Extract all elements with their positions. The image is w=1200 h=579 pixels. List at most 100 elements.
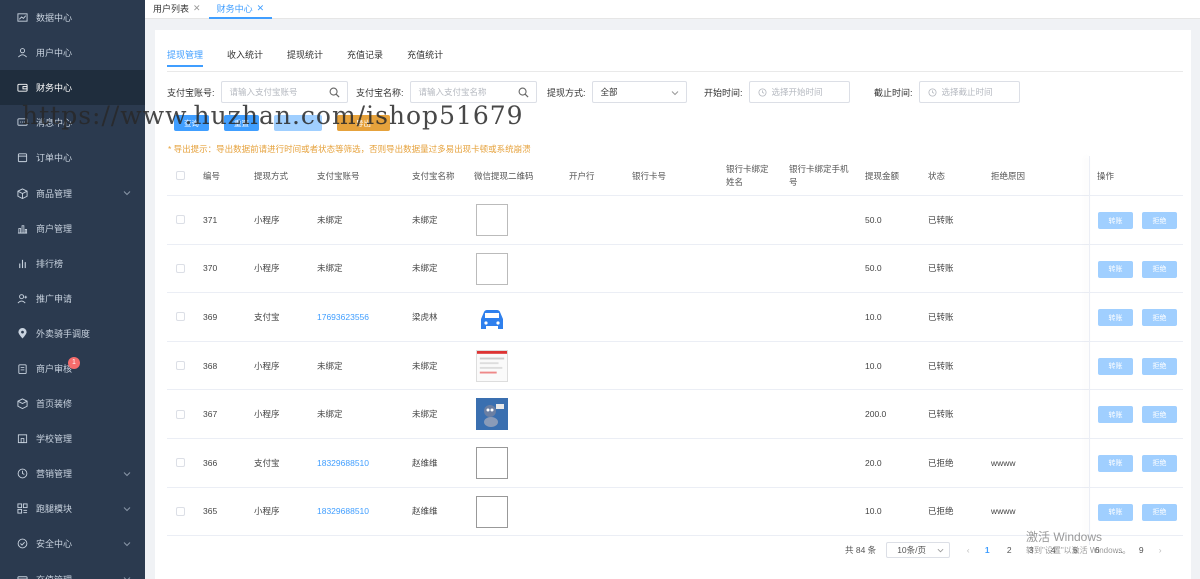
- sidebar-item[interactable]: 商户管理: [0, 211, 145, 246]
- row-checkbox[interactable]: [176, 361, 185, 371]
- start-time-picker[interactable]: 选择开始时间: [748, 81, 850, 103]
- sidebar-item[interactable]: 消息中心: [0, 105, 145, 140]
- alipay-account-input[interactable]: 请输入支付宝账号: [220, 81, 348, 103]
- end-time-picker[interactable]: 选择截止时间: [918, 81, 1020, 103]
- sub-tab[interactable]: 收入统计: [227, 48, 263, 67]
- top-tab[interactable]: 用户列表 ✕: [145, 0, 209, 18]
- page-size-select[interactable]: 10条/页: [886, 542, 951, 558]
- sub-tab[interactable]: 充值记录: [347, 48, 383, 67]
- reject-button[interactable]: 拒绝: [1142, 357, 1177, 375]
- sidebar-item[interactable]: 首页装修: [0, 386, 145, 421]
- header-qrcode: 微信提现二维码: [474, 170, 534, 181]
- sidebar-item[interactable]: 商户审核 1: [0, 351, 145, 386]
- cell-status: 已转账: [928, 360, 954, 371]
- alipay-account-placeholder: 请输入支付宝账号: [229, 87, 298, 97]
- top-tab-label: 财务中心: [216, 4, 253, 14]
- export-button[interactable]: 导出: [337, 115, 390, 131]
- cell-amount: 200.0: [865, 409, 887, 420]
- sidebar-item-label: 消息中心: [36, 118, 73, 129]
- cell-status: 已转账: [928, 214, 954, 225]
- sub-tab[interactable]: 提现管理: [167, 48, 204, 67]
- page-number[interactable]: 2: [998, 545, 1020, 555]
- cell-account: 未绑定: [317, 263, 343, 274]
- sidebar-item[interactable]: 营销管理: [0, 456, 145, 491]
- page-number[interactable]: 9: [1130, 545, 1152, 555]
- sidebar-item-label: 充值管理: [36, 573, 72, 579]
- page-size-value: 10条/页: [897, 545, 927, 555]
- prev-page-button[interactable]: ‹: [960, 545, 976, 555]
- reject-button[interactable]: 拒绝: [1142, 406, 1177, 424]
- sidebar-item[interactable]: 外卖骑手调度: [0, 316, 145, 351]
- transfer-button[interactable]: 转账: [1098, 406, 1133, 424]
- row-checkbox[interactable]: [176, 506, 185, 516]
- chevron-down-icon: [937, 548, 944, 553]
- alipay-name-placeholder: 请输入支付宝名称: [418, 87, 487, 97]
- transfer-button[interactable]: 转账: [1098, 212, 1133, 229]
- sidebar-item[interactable]: 跑腿模块: [0, 491, 145, 526]
- top-tab[interactable]: 财务中心 ✕: [208, 0, 273, 19]
- ranking-icon: [16, 257, 28, 269]
- qrcode-image: [476, 495, 508, 528]
- sidebar-item[interactable]: 学校管理: [0, 421, 145, 456]
- chevron-down-icon: [123, 189, 131, 197]
- table-row: 369 支付宝 17693623556 梁虎林 10.0 已转账 转账 拒绝: [167, 293, 1183, 342]
- cell-account[interactable]: 18329688510: [317, 458, 369, 468]
- sidebar-item[interactable]: 商品管理: [0, 175, 145, 210]
- sidebar-item[interactable]: 安全中心: [0, 526, 145, 561]
- search-icon[interactable]: [518, 87, 529, 98]
- reset-button[interactable]: 重置: [224, 115, 259, 131]
- close-icon[interactable]: ✕: [257, 3, 265, 14]
- next-page-button[interactable]: ›: [1152, 545, 1168, 555]
- sidebar-item[interactable]: 数据中心: [0, 0, 145, 35]
- query-button[interactable]: 查询: [174, 115, 209, 131]
- sidebar-item[interactable]: 用户中心: [0, 35, 145, 70]
- cell-account[interactable]: 18329688510: [317, 506, 369, 516]
- sidebar-item[interactable]: 排行榜: [0, 246, 145, 281]
- row-checkbox[interactable]: [176, 458, 185, 468]
- windows-activation-subtitle: 转到"设置"以激活 Windows。: [1026, 546, 1131, 555]
- cell-name: 未绑定: [412, 263, 438, 274]
- document-thumbnail: [477, 350, 507, 374]
- page-number[interactable]: 1: [976, 545, 998, 555]
- cell-id: 365: [203, 506, 218, 517]
- grid-icon: [16, 503, 28, 515]
- sidebar-item[interactable]: 财务中心: [0, 70, 145, 106]
- message-icon: [16, 117, 28, 129]
- close-icon[interactable]: ✕: [193, 3, 201, 14]
- reject-button[interactable]: 拒绝: [1142, 309, 1177, 327]
- sidebar-item[interactable]: 订单中心: [0, 140, 145, 175]
- user-plus-icon: [16, 292, 28, 304]
- sidebar-item[interactable]: 充值管理: [0, 562, 145, 579]
- method-select[interactable]: 全部: [591, 81, 687, 103]
- row-checkbox[interactable]: [176, 312, 185, 322]
- reject-button[interactable]: 拒绝: [1142, 503, 1177, 521]
- cell-status: 已拒绝: [928, 506, 954, 517]
- cell-account[interactable]: 17693623556: [317, 312, 369, 322]
- reject-button[interactable]: 拒绝: [1142, 260, 1177, 278]
- select-all-checkbox[interactable]: [176, 171, 185, 180]
- cell-account: 未绑定: [317, 214, 343, 225]
- method-label: 提现方式:: [547, 87, 586, 98]
- transfer-button[interactable]: 转账: [1098, 260, 1133, 278]
- batch-button[interactable]: [274, 115, 322, 131]
- row-checkbox[interactable]: [176, 215, 185, 225]
- alipay-name-input[interactable]: 请输入支付宝名称: [409, 81, 537, 103]
- reject-button[interactable]: 拒绝: [1142, 212, 1177, 229]
- table-row: 371 小程序 未绑定 未绑定 50.0 已转账 转账 拒绝: [167, 196, 1183, 245]
- transfer-button[interactable]: 转账: [1098, 309, 1133, 327]
- transfer-button[interactable]: 转账: [1098, 503, 1133, 521]
- qrcode-image: [476, 398, 508, 431]
- search-icon[interactable]: [329, 87, 340, 98]
- sub-tab[interactable]: 提现统计: [287, 48, 323, 67]
- row-checkbox[interactable]: [176, 409, 185, 419]
- sidebar-item-label: 学校管理: [36, 434, 73, 445]
- header-id: 编号: [203, 170, 221, 181]
- table-row: 370 小程序 未绑定 未绑定 50.0 已转账 转账 拒绝: [167, 245, 1183, 294]
- reject-button[interactable]: 拒绝: [1142, 454, 1177, 472]
- header-card: 银行卡号: [632, 170, 667, 181]
- sub-tab[interactable]: 充值统计: [407, 48, 443, 67]
- sidebar-item[interactable]: 推广申请: [0, 281, 145, 316]
- transfer-button[interactable]: 转账: [1098, 357, 1133, 375]
- transfer-button[interactable]: 转账: [1098, 454, 1133, 472]
- row-checkbox[interactable]: [176, 263, 185, 273]
